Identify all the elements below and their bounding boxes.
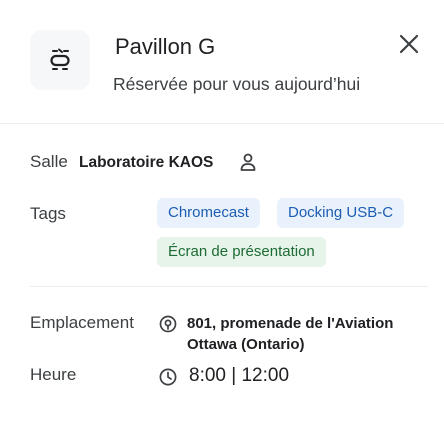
page-title: Pavillon G [115,34,216,59]
room-icon-container [30,30,90,90]
tag-docking-usb-c[interactable]: Docking USB-C [277,198,405,228]
tag-presentation-screen[interactable]: Écran de présentation [157,237,326,267]
tags-label: Tags [30,204,66,223]
tag-chromecast[interactable]: Chromecast [157,198,260,228]
location-address: 801, promenade de l'Aviation Ottawa (Ont… [187,313,393,355]
person-icon [240,153,256,171]
room-detail-header: Pavillon G Réservée pour vous aujourd’hu… [0,0,444,123]
room-name: Laboratoire KAOS [79,154,214,171]
reservation-subtitle: Réservée pour vous aujourd’hui [113,74,361,94]
header-divider [0,123,444,124]
close-icon [399,34,419,54]
meeting-room-icon [50,48,70,70]
time-value: 8:00 | 12:00 [189,365,290,386]
location-pin-icon [159,315,177,333]
close-button[interactable] [396,31,422,57]
address-line-2: Ottawa (Ontario) [187,336,305,353]
section-divider [30,286,428,287]
location-label: Emplacement [30,313,134,332]
room-label: Salle [30,152,68,171]
address-line-1: 801, promenade de l'Aviation [187,315,394,332]
time-label: Heure [30,365,77,384]
clock-icon [159,368,177,386]
